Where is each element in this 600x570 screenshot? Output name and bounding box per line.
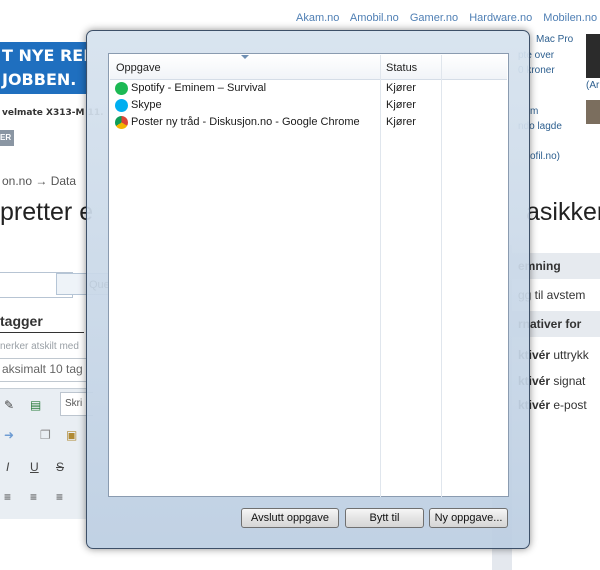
- sort-arrow-icon: [241, 55, 249, 59]
- task-row[interactable]: Skype Kjører: [110, 98, 507, 115]
- tags-divider: [0, 332, 84, 333]
- option-label: uttrykk: [550, 348, 589, 362]
- page-title: pretter e: [0, 198, 94, 226]
- sidebar-news-line[interactable]: ofil.no): [530, 151, 560, 162]
- option-label: e-post: [550, 398, 587, 412]
- site-link-hardware[interactable]: Hardware.no: [469, 12, 532, 24]
- task-status: Kjører: [386, 116, 416, 128]
- task-name: Poster ny tråd - Diskusjon.no - Google C…: [131, 116, 360, 128]
- task-status: Kjører: [386, 99, 416, 111]
- tags-heading: tagger: [0, 313, 43, 329]
- switch-to-button[interactable]: Bytt til: [345, 508, 424, 528]
- italic-icon[interactable]: I: [6, 460, 9, 474]
- site-link-gamer[interactable]: Gamer.no: [410, 12, 458, 24]
- page-title-continued: asikker: [526, 198, 600, 226]
- sidebar-news-line[interactable]: Mac Pro: [536, 34, 573, 45]
- task-name: Skype: [131, 99, 162, 111]
- task-status: Kjører: [386, 82, 416, 94]
- eraser-icon[interactable]: ✎: [4, 398, 14, 412]
- indent-icon[interactable]: ≡: [4, 490, 11, 504]
- skype-icon: [115, 99, 128, 112]
- paste-icon[interactable]: ▣: [66, 428, 77, 442]
- copy-icon[interactable]: ❐: [40, 428, 51, 442]
- ad-banner-line2: JOBBEN.: [2, 70, 77, 89]
- task-row[interactable]: Poster ny tråd - Diskusjon.no - Google C…: [110, 115, 507, 132]
- site-link-amobil[interactable]: Amobil.no: [350, 12, 399, 24]
- strikethrough-icon[interactable]: S: [56, 460, 64, 474]
- site-link-akam[interactable]: Akam.no: [296, 12, 339, 24]
- news-thumbnail[interactable]: [586, 100, 600, 124]
- end-task-button[interactable]: Avslutt oppgave: [241, 508, 339, 528]
- insert-icon[interactable]: ▤: [30, 398, 41, 412]
- news-thumbnail[interactable]: [586, 34, 600, 78]
- site-link-mobilen[interactable]: Mobilen.no: [543, 12, 597, 24]
- align-center-icon[interactable]: ≡: [56, 490, 63, 504]
- breadcrumb: on.no → Data: [2, 174, 77, 188]
- ad-button[interactable]: ER: [0, 130, 14, 146]
- column-header-task[interactable]: Oppgave: [116, 62, 161, 74]
- tags-max-text: aksimalt 10 tag: [2, 362, 83, 376]
- column-header-status[interactable]: Status: [386, 62, 417, 74]
- task-list-header: [110, 55, 507, 80]
- tags-hint: nerker atskilt med: [0, 341, 79, 352]
- new-task-button[interactable]: Ny oppgave...: [429, 508, 508, 528]
- sidebar-news-line[interactable]: (Ar: [586, 80, 599, 91]
- sidebar-news-line[interactable]: m: [530, 106, 538, 117]
- option-label: signat: [550, 374, 586, 388]
- spotify-icon: [115, 82, 128, 95]
- task-row[interactable]: Spotify - Eminem – Survival Kjører: [110, 81, 507, 98]
- align-left-icon[interactable]: ≡: [30, 490, 37, 504]
- site-links: Akam.no Amobil.no Gamer.no Hardware.no M…: [296, 12, 600, 24]
- redo-icon[interactable]: ➜: [4, 428, 14, 442]
- task-name: Spotify - Eminem – Survival: [131, 82, 267, 94]
- chrome-icon: [115, 116, 128, 129]
- underline-icon[interactable]: U: [30, 460, 39, 474]
